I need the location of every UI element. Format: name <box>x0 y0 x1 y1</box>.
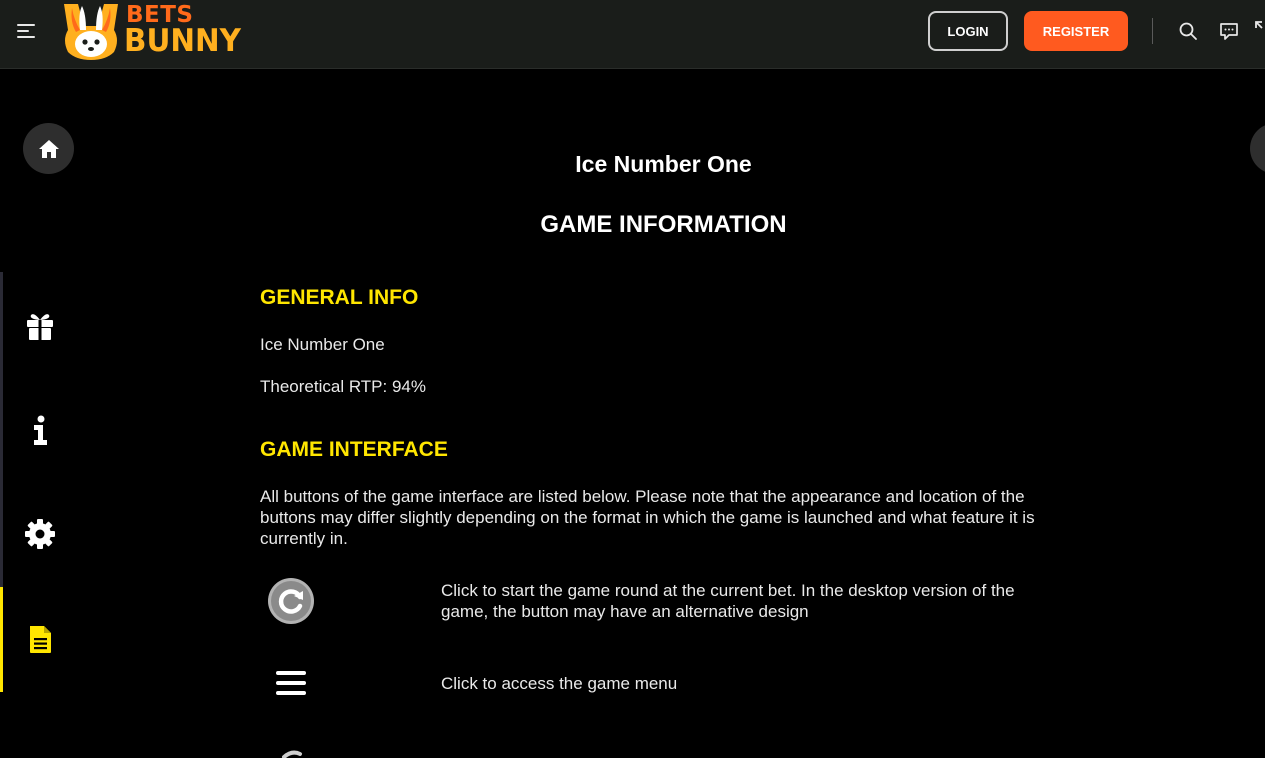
document-icon <box>30 626 51 653</box>
rtp-text: Theoretical RTP: 94% <box>260 377 426 396</box>
game-interface-heading: GAME INTERFACE <box>260 438 448 461</box>
logo[interactable]: BETS BUNNY <box>60 0 245 62</box>
sidebar-item-settings[interactable] <box>22 516 58 552</box>
menu-button-description: Click to access the game menu <box>441 674 678 693</box>
sidebar-item-rules[interactable] <box>22 621 58 657</box>
page-title: Ice Number One <box>575 151 752 177</box>
divider <box>1152 18 1153 44</box>
spin-button-description: Click to start the game round at the cur… <box>441 581 1015 621</box>
general-info-heading: GENERAL INFO <box>260 286 419 309</box>
login-button[interactable]: LOGIN <box>928 11 1008 51</box>
interface-intro-text: All buttons of the game interface are li… <box>260 487 1035 548</box>
register-button[interactable]: REGISTER <box>1024 11 1128 51</box>
info-icon <box>34 415 47 445</box>
top-bar: BETS BUNNY LOGIN REGISTER <box>0 0 1265 69</box>
chat-icon[interactable] <box>1217 19 1241 43</box>
logo-text-bunny: BUNNY <box>124 23 241 59</box>
spin-icon <box>267 577 315 625</box>
search-icon[interactable] <box>1176 19 1200 43</box>
bunny-logo-icon <box>64 4 118 60</box>
next-button-icon <box>278 748 308 758</box>
game-name-text: Ice Number One <box>260 335 385 354</box>
sidebar-active-indicator <box>0 587 3 692</box>
expand-icon[interactable] <box>1253 19 1265 43</box>
page-subtitle: GAME INFORMATION <box>540 211 787 238</box>
gear-icon <box>25 519 55 549</box>
menu-icon[interactable] <box>17 22 39 40</box>
gift-icon <box>27 314 53 340</box>
hamburger-menu-icon <box>275 670 307 696</box>
sidebar-item-info[interactable] <box>22 412 58 448</box>
sidebar-item-gift[interactable] <box>22 308 58 344</box>
